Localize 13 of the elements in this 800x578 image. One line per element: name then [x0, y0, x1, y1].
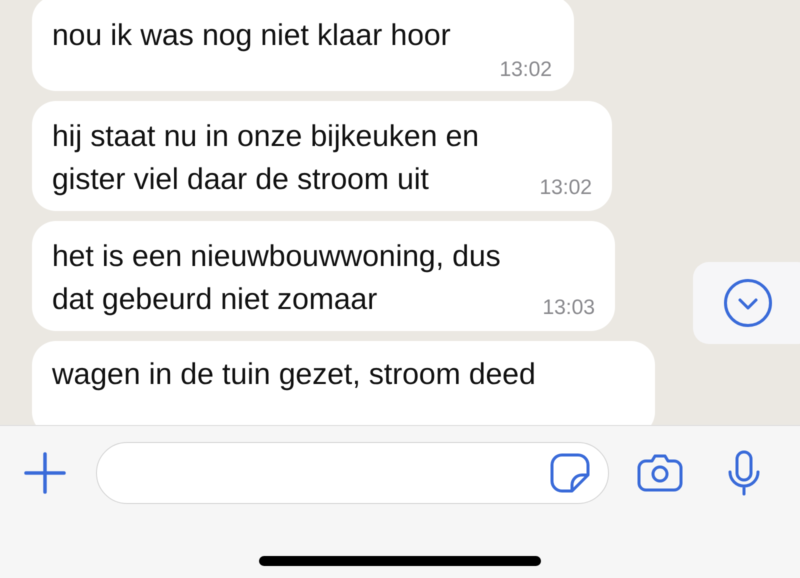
message-text: wagen in de tuin gezet, stroom deed — [52, 358, 536, 391]
message-text: nou ik was nog niet klaar hoor — [52, 18, 452, 54]
sticker-icon[interactable] — [550, 453, 590, 493]
microphone-icon[interactable] — [727, 450, 761, 496]
chevron-down-circle-icon — [723, 278, 773, 328]
camera-icon[interactable] — [637, 454, 683, 492]
message-text: hij staat nu in onze bijkeuken en gister viel daar de stroom uit — [52, 120, 479, 196]
message-text: het is een nieuwbouwwoning, dus dat gebeurd niet zomaar — [52, 240, 501, 316]
message-time: 13:02 — [499, 57, 552, 83]
scroll-down-button[interactable] — [693, 262, 800, 344]
message-time: 13:02 — [539, 175, 592, 201]
message-time: 13:03 — [542, 295, 595, 321]
plus-icon[interactable] — [24, 452, 66, 494]
